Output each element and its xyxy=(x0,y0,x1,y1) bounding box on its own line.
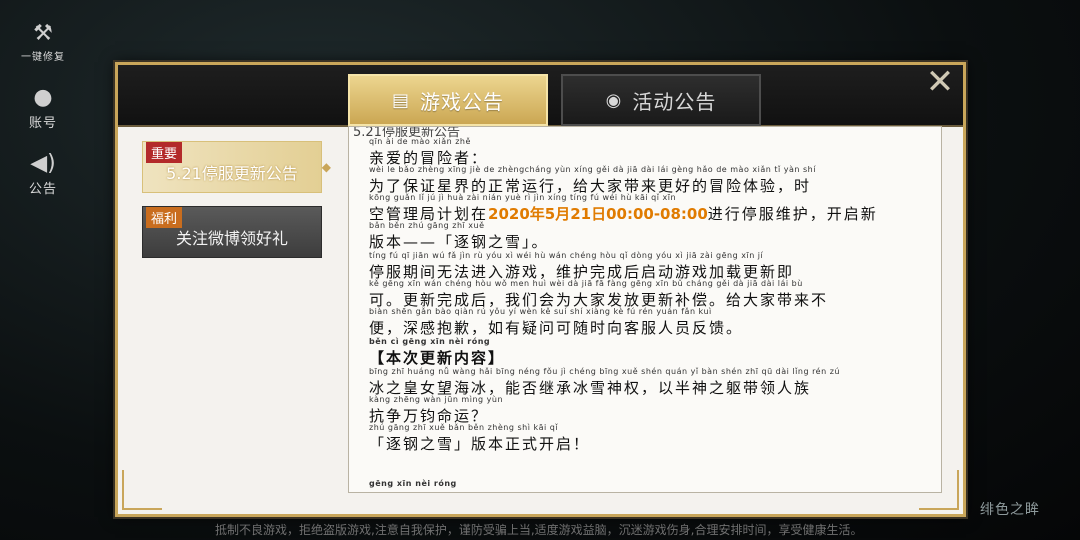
content-line: zhú gāng zhī xuě bǎn běn zhèng shì kāi q… xyxy=(369,423,590,454)
notice-title: 关注微博领好礼 xyxy=(175,229,288,248)
text-part: 进行停服维护，开启新 xyxy=(707,205,878,223)
side-menu: ⚒ 一键修复 ● 账号 ◀) 公告 xyxy=(0,0,86,540)
content-line: tíng fú qī jiān wú fǎ jìn rù yóu xì wéi … xyxy=(369,251,794,282)
content-line: bīng zhī huáng nǚ wàng hǎi bīng néng fǒu… xyxy=(369,367,840,398)
notice-item[interactable]: 重要 5.21停服更新公告 ◆ xyxy=(142,141,331,193)
person-icon: ● xyxy=(33,85,53,110)
pinyin: zhú gāng zhī xuě bǎn běn zhèng shì kāi q… xyxy=(369,423,559,432)
pinyin: bǎn běn zhú gāng zhī xuě xyxy=(369,221,485,230)
health-notice: 抵制不良游戏，拒绝盗版游戏,注意自我保护，谨防受骗上当,适度游戏益脑，沉迷游戏伤… xyxy=(215,523,863,537)
announcement-content[interactable]: 5.21停服更新公告 qīn ài de mào xiǎn zhě 亲爱的冒险者… xyxy=(348,126,942,493)
tab-label: 游戏公告 xyxy=(420,89,504,114)
pinyin: qīn ài de mào xiǎn zhě xyxy=(369,137,471,146)
pinyin: biàn shēn gǎn bào qiàn rú yǒu yí wèn kě … xyxy=(369,307,712,316)
notice-item[interactable]: 福利 关注微博领好礼 xyxy=(142,206,322,258)
content-line: biàn shēn gǎn bào qiàn rú yǒu yí wèn kě … xyxy=(369,307,743,338)
corner-ornament xyxy=(122,470,162,510)
side-item-account[interactable]: ● 账号 xyxy=(10,85,76,132)
tab-activity-announcement[interactable]: ◉ 活动公告 xyxy=(561,74,761,126)
content-line: bǎn běn zhú gāng zhī xuě 版本——「逐钢之雪」。 xyxy=(369,221,549,252)
content-line: qīn ài de mào xiǎn zhě 亲爱的冒险者： xyxy=(369,137,488,168)
pinyin: tíng fú qī jiān wú fǎ jìn rù yóu xì wéi … xyxy=(369,251,764,260)
pinyin: kōng guǎn lǐ jú jì huà zài nián yuè rì j… xyxy=(369,193,677,202)
tab-game-announcement[interactable]: ▤ 游戏公告 xyxy=(348,74,548,126)
speaker-icon: ◀) xyxy=(30,151,56,176)
content-line: kě gēng xīn wán chéng hòu wǒ men huì wèi… xyxy=(369,279,828,310)
content-line: kàng zhēng wàn jūn mìng yùn 抗争万钧命运？ xyxy=(369,395,503,426)
selected-arrow-icon: ◆ xyxy=(321,160,331,174)
side-item-repair[interactable]: ⚒ 一键修复 xyxy=(10,21,76,64)
content-line: gēng xīn nèi róng xyxy=(369,479,457,489)
pinyin: kě gēng xīn wán chéng hòu wǒ men huì wèi… xyxy=(369,279,803,288)
text: 版本——「逐钢之雪」。 xyxy=(369,233,549,251)
section-heading: 【本次更新内容】 xyxy=(369,349,506,367)
brand-logo: 绯色之眸 xyxy=(980,502,1040,518)
notice-title: 5.21停服更新公告 xyxy=(166,164,298,183)
close-icon: ✕ xyxy=(925,62,955,102)
side-item-label: 一键修复 xyxy=(21,52,65,63)
text: 「逐钢之雪」版本正式开启！ xyxy=(369,435,591,453)
pinyin: bīng zhī huáng nǚ wàng hǎi bīng néng fǒu… xyxy=(369,367,840,376)
content-line: kōng guǎn lǐ jú jì huà zài nián yuè rì j… xyxy=(369,193,878,224)
pinyin: běn cì gēng xīn nèi róng xyxy=(369,337,491,346)
text: 便，深感抱歉，如有疑问可随时向客服人员反馈。 xyxy=(369,319,744,337)
close-button[interactable]: ✕ xyxy=(915,62,965,102)
notice-board-icon: ▤ xyxy=(391,89,410,111)
pinyin: gēng xīn nèi róng xyxy=(369,479,457,488)
wrench-icon: ⚒ xyxy=(33,21,53,46)
activity-icon: ◉ xyxy=(605,89,623,111)
content-line: běn cì gēng xīn nèi róng 【本次更新内容】 xyxy=(369,337,505,368)
content-line: wèi le bǎo zhèng xīng jiè de zhèngcháng … xyxy=(369,165,816,196)
side-item-announcement[interactable]: ◀) 公告 xyxy=(10,151,76,198)
pinyin: kàng zhēng wàn jūn mìng yùn xyxy=(369,395,504,404)
side-item-label: 账号 xyxy=(28,116,57,131)
pinyin: wèi le bǎo zhèng xīng jiè de zhèngcháng … xyxy=(369,165,816,174)
tab-label: 活动公告 xyxy=(632,89,717,114)
side-item-label: 公告 xyxy=(28,182,57,197)
